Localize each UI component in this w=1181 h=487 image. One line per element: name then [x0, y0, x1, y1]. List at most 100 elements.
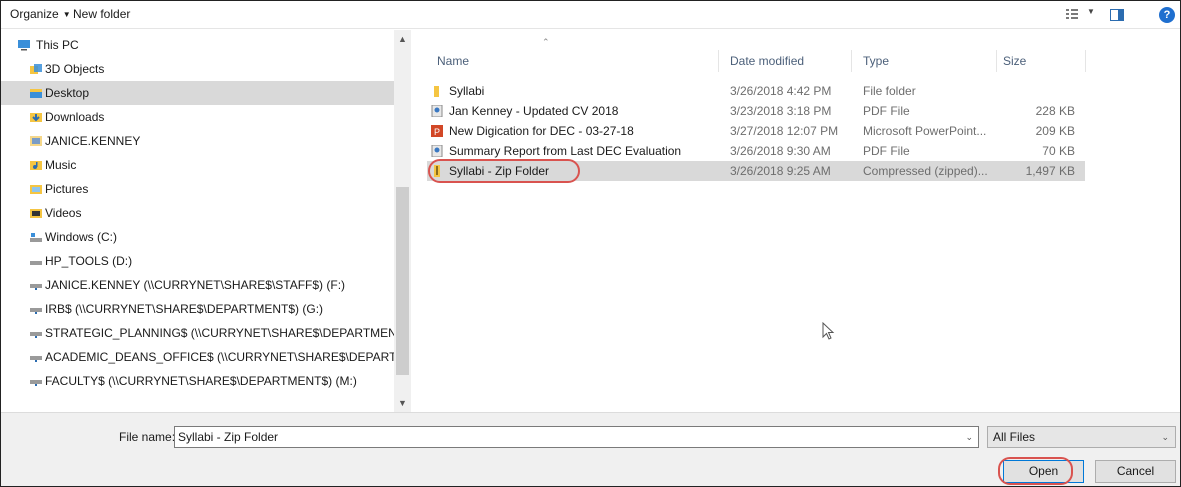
nav-item-music[interactable]: Music	[1, 153, 394, 177]
nav-item-hp-tools-d[interactable]: HP_TOOLS (D:)	[1, 249, 394, 273]
file-size: 209 KB	[1035, 124, 1075, 138]
nav-item-3d-objects[interactable]: 3D Objects	[1, 57, 394, 81]
powerpoint-icon: P	[431, 125, 443, 137]
file-name: Jan Kenney - Updated CV 2018	[449, 104, 619, 118]
file-name-value: Syllabi - Zip Folder	[178, 430, 279, 444]
help-icon[interactable]: ?	[1159, 7, 1175, 23]
file-row-digication[interactable]: P New Digication for DEC - 03-27-18 3/27…	[427, 121, 1085, 141]
column-header-name[interactable]: Name	[437, 54, 469, 68]
network-drive-icon	[30, 356, 42, 362]
file-type-filter-value: All Files	[993, 430, 1036, 444]
nav-item-this-pc[interactable]: This PC	[1, 33, 394, 57]
file-row-summary[interactable]: Summary Report from Last DEC Evaluation …	[427, 141, 1085, 161]
music-icon	[30, 161, 42, 170]
folder-icon	[434, 86, 439, 97]
file-date: 3/26/2018 9:30 AM	[730, 144, 831, 158]
open-file-dialog: Organize ▼ New folder ▼ ? This PC 3D Obje…	[0, 0, 1181, 487]
change-view-icon[interactable]	[1066, 9, 1078, 21]
nav-item-user-folder[interactable]: JANICE.KENNEY	[1, 129, 394, 153]
nav-item-videos[interactable]: Videos	[1, 201, 394, 225]
videos-icon	[30, 209, 42, 218]
scroll-down-icon[interactable]: ▼	[398, 398, 407, 408]
file-name: Syllabi	[449, 84, 485, 98]
nav-item-label: 3D Objects	[45, 62, 105, 76]
file-type: PDF File	[863, 104, 910, 118]
pdf-icon	[431, 105, 443, 117]
column-divider[interactable]	[851, 50, 852, 72]
desktop-folder-icon	[30, 89, 42, 98]
toolbar: Organize ▼ New folder ▼ ?	[1, 1, 1180, 29]
nav-item-label: Videos	[45, 206, 82, 220]
cancel-button[interactable]: Cancel	[1095, 460, 1176, 483]
nav-item-label: FACULTY$ (\\CURRYNET\SHARE$\DEPARTMENT$)…	[45, 374, 357, 388]
column-divider[interactable]	[996, 50, 997, 72]
chevron-down-icon: ▼	[62, 10, 71, 19]
dialog-footer: File name: Syllabi - Zip Folder ⌄ All Fi…	[1, 412, 1180, 486]
file-type-filter[interactable]: All Files ⌄	[987, 426, 1176, 448]
nav-item-irb-g[interactable]: IRB$ (\\CURRYNET\SHARE$\DEPARTMENT$) (G:…	[1, 297, 394, 321]
file-date: 3/23/2018 3:18 PM	[730, 104, 832, 118]
file-size: 70 KB	[1042, 144, 1075, 158]
file-name: New Digication for DEC - 03-27-18	[449, 124, 634, 138]
sort-indicator-icon: ⌃	[542, 37, 550, 47]
network-drive-icon	[30, 308, 42, 314]
column-header-type[interactable]: Type	[863, 54, 889, 68]
column-divider[interactable]	[1085, 50, 1086, 72]
nav-item-label: JANICE.KENNEY (\\CURRYNET\SHARE$\STAFF$)…	[45, 278, 346, 292]
column-divider[interactable]	[718, 50, 719, 72]
file-type: File folder	[863, 84, 916, 98]
nav-scrollbar[interactable]: ▲ ▼	[394, 30, 411, 412]
file-type: Microsoft PowerPoint...	[863, 124, 987, 138]
nav-item-staff-f[interactable]: JANICE.KENNEY (\\CURRYNET\SHARE$\STAFF$)…	[1, 273, 394, 297]
file-size: 1,497 KB	[1025, 164, 1075, 178]
navigation-pane: This PC 3D Objects Desktop Downloads JAN…	[1, 30, 412, 412]
nav-item-windows-c[interactable]: Windows (C:)	[1, 225, 394, 249]
organize-button[interactable]: Organize ▼	[10, 7, 71, 21]
file-list: ⌃ Name Date modified Type Size Syllabi 3…	[412, 30, 1180, 412]
computer-icon	[18, 40, 30, 51]
organize-label: Organize	[10, 7, 59, 21]
pictures-icon	[30, 185, 42, 194]
nav-item-strategic-planning[interactable]: STRATEGIC_PLANNING$ (\\CURRYNET\SHARE$\D…	[1, 321, 394, 345]
nav-item-academic-deans[interactable]: ACADEMIC_DEANS_OFFICE$ (\\CURRYNET\SHARE…	[1, 345, 394, 369]
column-header-date[interactable]: Date modified	[730, 54, 804, 68]
3d-objects-icon	[30, 64, 42, 74]
nav-item-downloads[interactable]: Downloads	[1, 105, 394, 129]
drive-icon	[30, 233, 42, 242]
chevron-down-icon[interactable]: ⌄	[965, 427, 973, 447]
nav-item-label: This PC	[36, 38, 79, 52]
file-date: 3/26/2018 9:25 AM	[730, 164, 831, 178]
file-row-cv[interactable]: Jan Kenney - Updated CV 2018 3/23/2018 3…	[427, 101, 1085, 121]
column-header-size[interactable]: Size	[1003, 54, 1026, 68]
preview-pane-icon[interactable]	[1110, 9, 1124, 21]
network-drive-icon	[30, 332, 42, 338]
network-drive-icon	[30, 380, 42, 386]
file-type: Compressed (zipped)...	[863, 164, 988, 178]
nav-item-label: Downloads	[45, 110, 105, 124]
nav-item-faculty-m[interactable]: FACULTY$ (\\CURRYNET\SHARE$\DEPARTMENT$)…	[1, 369, 394, 393]
nav-item-label: Music	[45, 158, 77, 172]
svg-text:P: P	[434, 127, 440, 137]
nav-item-label: Desktop	[45, 86, 90, 100]
nav-item-label: Pictures	[45, 182, 89, 196]
chevron-down-icon[interactable]: ⌄	[1161, 427, 1169, 447]
file-row-syllabi[interactable]: Syllabi 3/26/2018 4:42 PM File folder	[427, 81, 1085, 101]
nav-item-pictures[interactable]: Pictures	[1, 177, 394, 201]
file-date: 3/27/2018 12:07 PM	[730, 124, 839, 138]
drive-icon	[30, 261, 42, 265]
view-options-chevron-icon[interactable]: ▼	[1087, 7, 1095, 25]
scroll-thumb[interactable]	[396, 187, 409, 375]
file-name-label: File name:	[119, 430, 176, 444]
user-folder-icon	[30, 136, 42, 146]
file-name: Summary Report from Last DEC Evaluation	[449, 144, 682, 158]
new-folder-button[interactable]: New folder	[73, 7, 130, 21]
nav-item-label: ACADEMIC_DEANS_OFFICE$ (\\CURRYNET\SHARE…	[45, 350, 394, 364]
nav-item-label: HP_TOOLS (D:)	[45, 254, 133, 268]
file-name-field[interactable]: Syllabi - Zip Folder ⌄	[174, 426, 979, 448]
scroll-up-icon[interactable]: ▲	[398, 34, 407, 44]
pdf-icon	[431, 145, 443, 157]
nav-item-label: JANICE.KENNEY	[45, 134, 141, 148]
file-date: 3/26/2018 4:42 PM	[730, 84, 832, 98]
nav-item-desktop[interactable]: Desktop	[1, 81, 394, 105]
highlight-circle	[998, 457, 1073, 485]
